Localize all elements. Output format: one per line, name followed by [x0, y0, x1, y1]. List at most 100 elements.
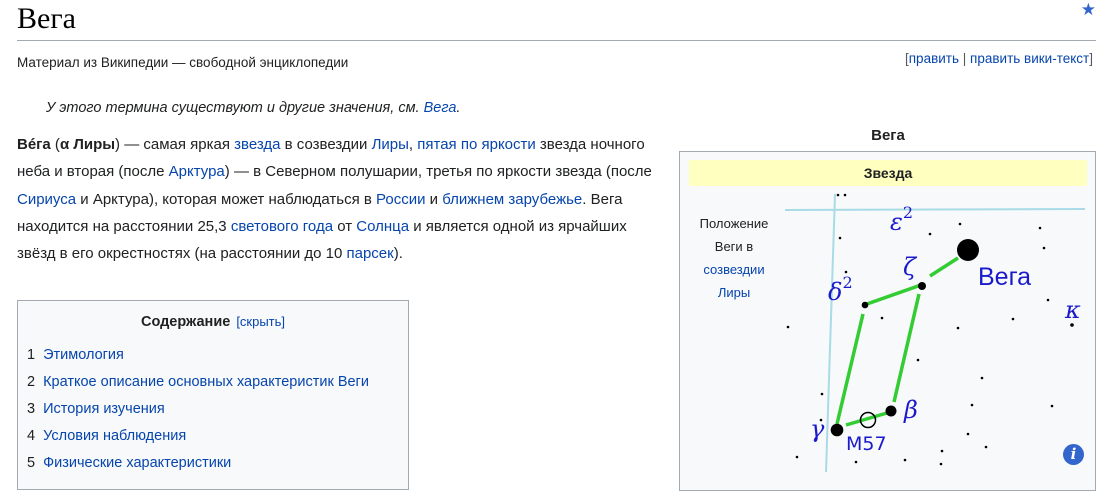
table-of-contents: Содержание [скрыть] 1 Этимология 2 Краткое …: [17, 300, 409, 490]
link-sun[interactable]: Солнца: [356, 218, 409, 235]
bracket-close: ]: [1089, 51, 1093, 66]
lead-text: ,: [408, 136, 418, 153]
constellation-line: [845, 411, 888, 427]
faint-star: [820, 392, 824, 396]
faint-star: [903, 458, 907, 462]
toc-title: Содержание: [140, 314, 231, 330]
faint-star: [966, 432, 970, 436]
toc-item-number: 1: [27, 347, 36, 363]
link-near-abroad[interactable]: ближнем зарубежье: [442, 191, 582, 208]
star-gamma: [830, 423, 844, 437]
label-vega: Вега: [978, 263, 1031, 291]
hatnote: У этого термина существуют и другие знач…: [46, 100, 460, 116]
hatnote-text: У этого термина существуют и другие знач…: [46, 100, 424, 116]
lead-text: от: [333, 217, 357, 235]
lead-text: и: [425, 190, 443, 208]
constellation-line: [835, 313, 865, 425]
faint-star: [956, 326, 960, 330]
link-lyra[interactable]: Лиры: [372, 136, 409, 153]
toc-item-number: 5: [27, 455, 36, 471]
faint-star: [838, 236, 842, 240]
faint-star: [836, 193, 840, 197]
star-labels: ε2 ζ δ2 κ γ β: [810, 203, 1081, 443]
faint-star: [795, 455, 799, 459]
toc-list: 1 Этимология 2 Краткое описание основных х…: [18, 342, 408, 477]
faint-star: [854, 460, 858, 464]
link-star[interactable]: звезда: [234, 136, 280, 153]
label-delta-sup: 2: [842, 273, 852, 292]
label-zeta: ζ: [903, 253, 918, 281]
faint-star: [984, 445, 988, 449]
title-divider: [17, 40, 1096, 41]
faint-star: [880, 316, 884, 320]
constellation-line: [929, 256, 959, 278]
toc-item[interactable]: 4 Условия наблюдения: [27, 423, 408, 450]
lead-paragraph: Вéга (α Лиры) — самая яркая звезда в соз…: [17, 131, 667, 267]
toc-item-number: 4: [27, 428, 36, 444]
toc-hide-toggle[interactable]: [скрыть]: [236, 314, 285, 329]
faint-star: [1046, 298, 1050, 302]
label-m57: M57: [846, 433, 887, 455]
star-icon[interactable]: ★: [1081, 0, 1096, 20]
toc-item[interactable]: 2 Краткое описание основных характеристик…: [27, 369, 408, 396]
edit-source-link[interactable]: править вики-текст: [970, 51, 1089, 66]
lead-bold-title: Вéга: [17, 136, 51, 153]
toc-item[interactable]: 3 История изучения: [27, 396, 408, 423]
faint-star: [939, 462, 943, 466]
faint-star: [786, 325, 790, 329]
toc-item-link[interactable]: История изучения: [43, 401, 165, 417]
link-sirius[interactable]: Сириуса: [17, 191, 76, 208]
faint-star: [980, 376, 984, 380]
lead-text: ) — в Северном полушарии, третья по ярко…: [224, 163, 652, 181]
toc-item[interactable]: 5 Физические характеристики: [27, 450, 408, 477]
link-russia[interactable]: России: [376, 191, 425, 208]
svg-text:ε2: ε2: [890, 203, 913, 236]
link-fifth-brightest[interactable]: пятая по яркости: [417, 136, 536, 153]
toc-item-link[interactable]: Этимология: [43, 347, 124, 363]
label-epsilon: ε: [890, 208, 903, 236]
star-vega: [957, 239, 979, 261]
edit-link[interactable]: править: [909, 51, 959, 66]
constellation-lines: [835, 256, 959, 427]
toc-item-link[interactable]: Краткое описание основных характеристик …: [43, 374, 369, 390]
star-zeta: [918, 282, 926, 290]
lyra-star-map[interactable]: ε2 ζ δ2 κ γ β Вега M57: [680, 152, 1095, 490]
label-delta: δ: [828, 278, 842, 306]
lead-text: ) — самая яркая: [115, 136, 235, 153]
link-parsec[interactable]: парсек: [347, 245, 394, 262]
toc-item-number: 3: [27, 401, 36, 417]
faint-star: [1038, 226, 1042, 230]
edit-separator: |: [959, 51, 971, 66]
label-epsilon-sup: 2: [903, 203, 913, 222]
toc-item[interactable]: 1 Этимология: [27, 342, 408, 369]
constellation-line: [892, 293, 921, 403]
constellation-line: [866, 283, 922, 306]
lead-text: ).: [393, 245, 403, 263]
faint-star: [916, 358, 920, 362]
hatnote-link[interactable]: Вега: [424, 100, 457, 116]
faint-star: [843, 193, 847, 197]
link-arcturus[interactable]: Арктура: [169, 163, 225, 180]
faint-star: [940, 449, 944, 453]
infobox-caption: Вега: [871, 127, 905, 144]
faint-star: [928, 232, 932, 236]
star-beta: [885, 405, 897, 417]
svg-text:δ2: δ2: [828, 273, 853, 306]
page-title: Вега: [17, 2, 76, 35]
lead-text: и Арктура), которая может наблюдаться в: [76, 190, 377, 208]
toc-item-link[interactable]: Условия наблюдения: [43, 428, 186, 444]
lead-text: (: [50, 136, 60, 153]
faint-star: [1042, 246, 1046, 250]
label-gamma: γ: [810, 415, 825, 443]
label-beta: β: [903, 396, 918, 424]
edit-links: [править | править вики-текст]: [905, 51, 1093, 66]
toc-item-link[interactable]: Физические характеристики: [43, 455, 231, 471]
hatnote-end: .: [456, 100, 461, 116]
link-light-year[interactable]: светового года: [231, 218, 333, 235]
toc-heading: Содержание [скрыть]: [18, 314, 408, 330]
lead-text: в созвездии: [280, 136, 372, 153]
info-icon[interactable]: i: [1063, 444, 1084, 465]
star-delta: [861, 301, 869, 309]
faint-star: [958, 222, 962, 226]
faint-star: [1050, 404, 1054, 408]
